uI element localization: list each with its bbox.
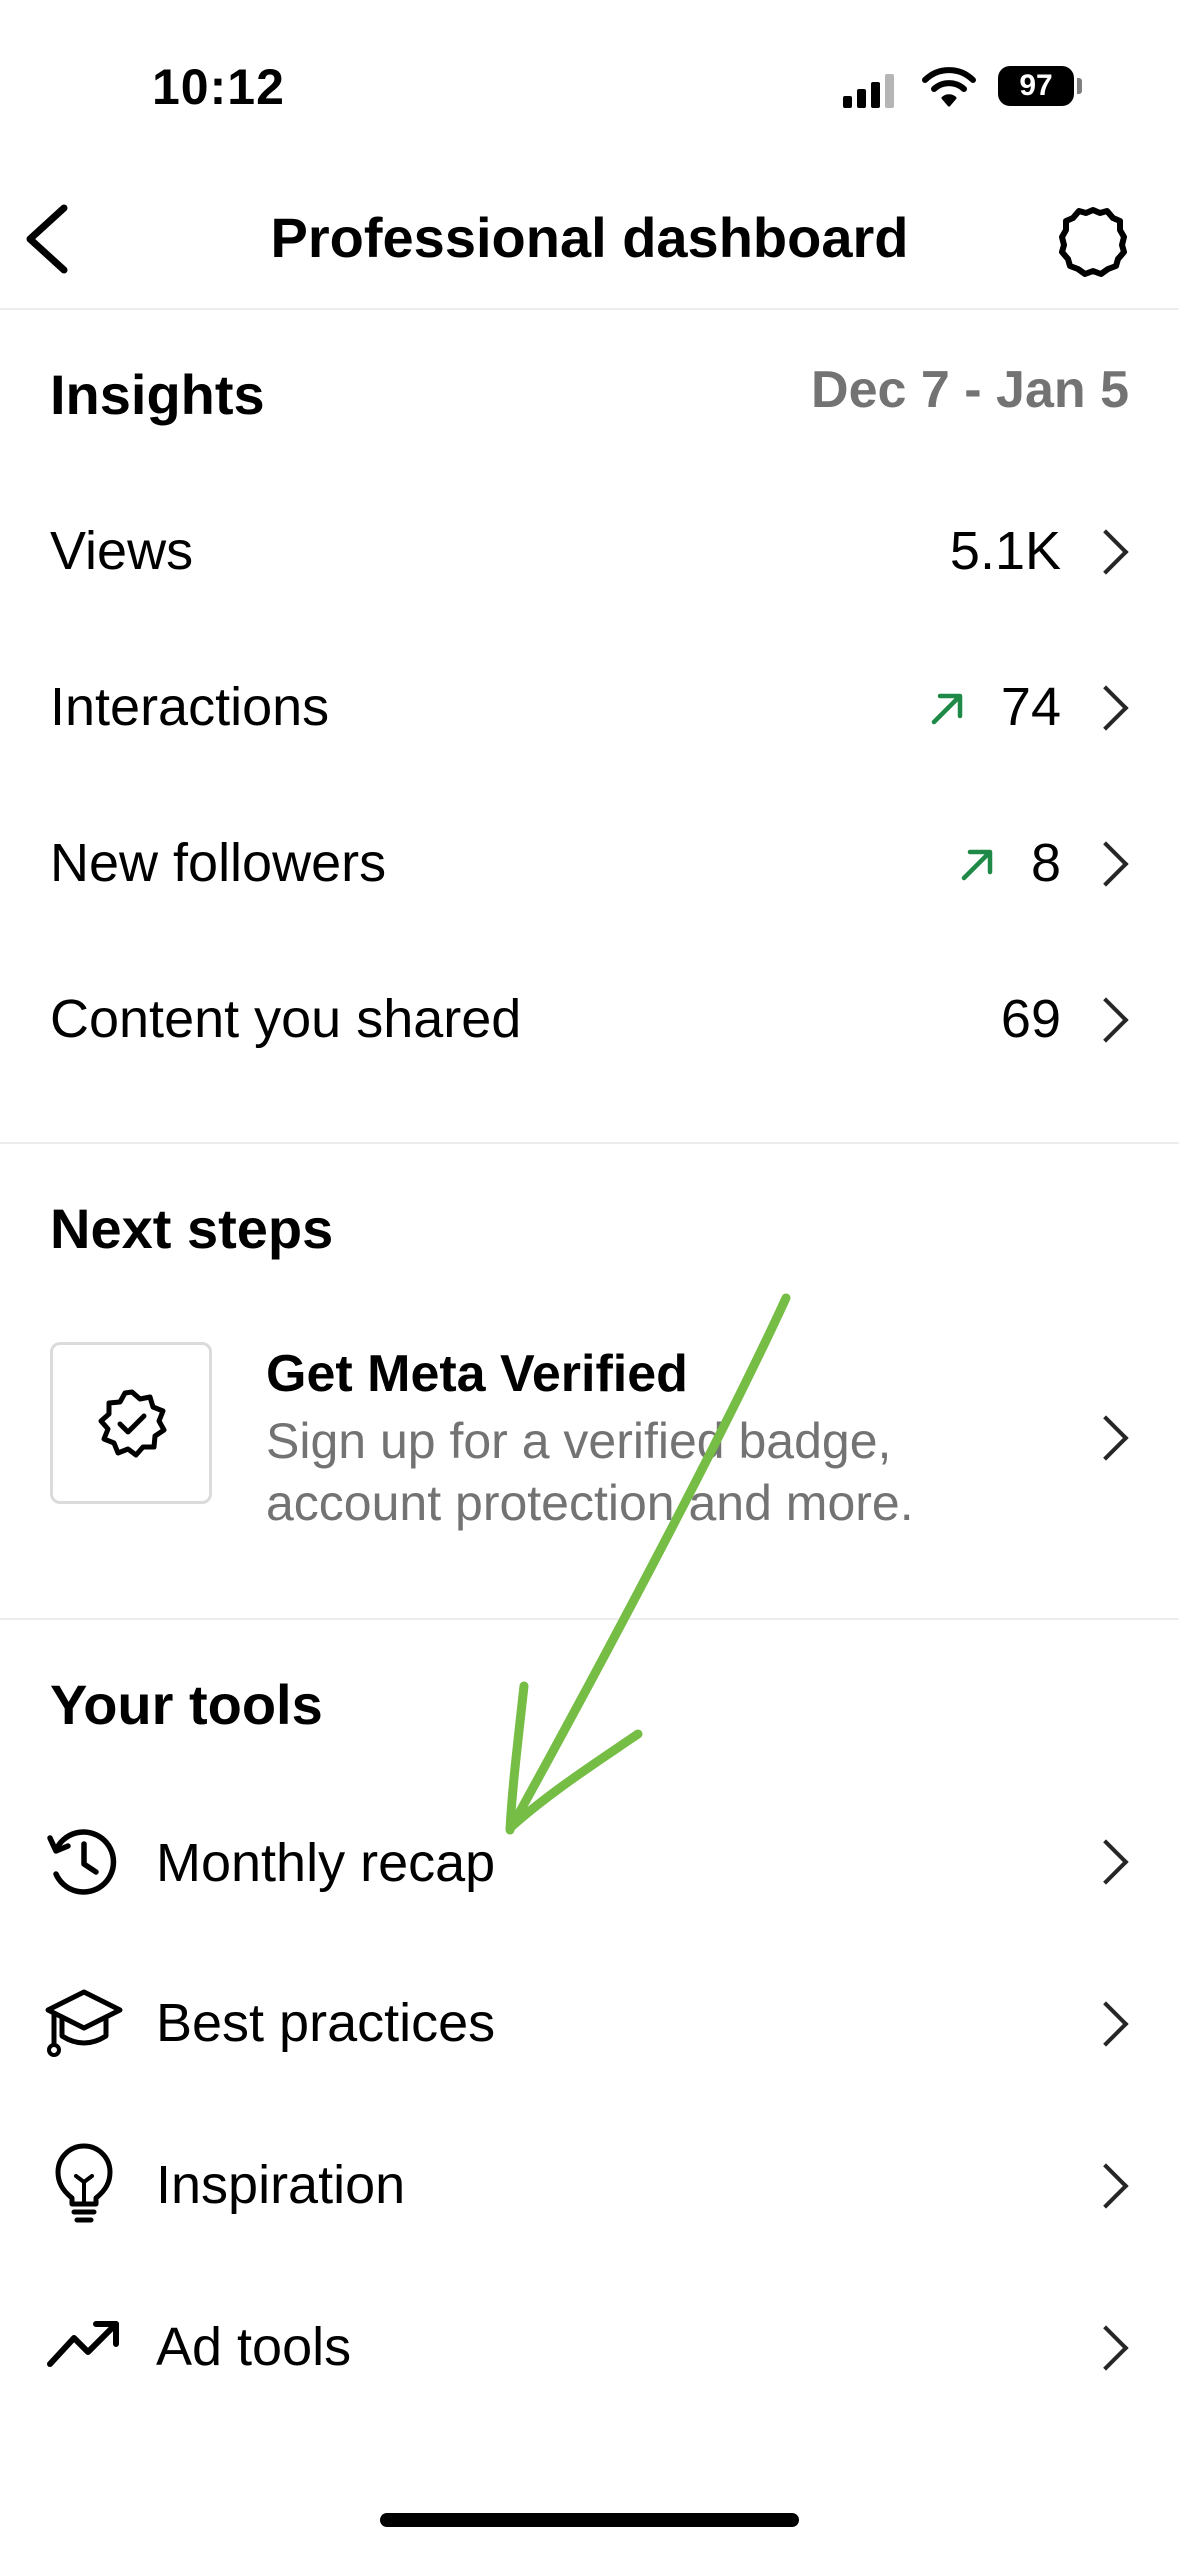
meta-verified-icon-box <box>50 1342 212 1504</box>
tool-item-inspiration[interactable]: Inspiration <box>0 2104 1179 2264</box>
insight-value: 69 <box>1000 989 1061 1049</box>
insight-value: 74 <box>1000 677 1061 737</box>
next-steps-title: Next steps <box>50 1197 334 1260</box>
chevron-right-icon <box>1083 841 1129 887</box>
tool-item-best-practices[interactable]: Best practices <box>0 1942 1179 2102</box>
history-clock-icon <box>47 1829 117 1895</box>
home-indicator[interactable] <box>380 2513 799 2527</box>
chevron-right-icon <box>1083 529 1129 575</box>
insight-label: New followers <box>50 833 387 893</box>
section-divider <box>0 1142 1179 1144</box>
tool-label: Monthly recap <box>156 1833 496 1893</box>
insight-value: 8 <box>1030 833 1061 893</box>
your-tools-title: Your tools <box>50 1673 323 1736</box>
tool-item-ad-tools[interactable]: Ad tools <box>0 2266 1179 2426</box>
status-time: 10:12 <box>152 59 285 115</box>
wifi-icon <box>922 67 976 107</box>
tool-label: Ad tools <box>156 2317 352 2377</box>
lightbulb-icon <box>55 2143 113 2223</box>
verified-badge-icon <box>98 1389 167 1458</box>
insight-row-new-followers[interactable]: New followers 8 <box>0 782 1179 942</box>
cellular-signal-icon <box>843 74 894 108</box>
chevron-right-icon <box>1083 2325 1129 2371</box>
chevron-right-icon <box>1083 2163 1129 2209</box>
chevron-right-icon <box>1083 997 1129 1043</box>
insight-label: Interactions <box>50 677 330 737</box>
gear-icon[interactable] <box>1056 204 1130 278</box>
chevron-right-icon <box>1083 1839 1129 1885</box>
trending-up-icon <box>47 2321 119 2367</box>
graduation-cap-icon <box>45 1989 123 2057</box>
tool-item-monthly-recap[interactable]: Monthly recap <box>0 1780 1179 1940</box>
header-divider <box>0 308 1179 310</box>
card-title: Get Meta Verified <box>266 1345 688 1403</box>
date-range[interactable]: Dec 7 - Jan 5 <box>811 360 1129 420</box>
trend-up-arrow-icon <box>931 693 963 725</box>
insight-row-content-shared[interactable]: Content you shared 69 <box>0 938 1179 1098</box>
chevron-right-icon <box>1083 685 1129 731</box>
battery-indicator: 97 <box>998 66 1074 106</box>
tool-label: Inspiration <box>156 2155 406 2215</box>
insight-row-views[interactable]: Views 5.1K <box>0 470 1179 630</box>
chevron-right-icon <box>1083 2001 1129 2047</box>
section-divider <box>0 1618 1179 1620</box>
insight-row-interactions[interactable]: Interactions 74 <box>0 626 1179 786</box>
page-title: Professional dashboard <box>270 206 909 269</box>
tool-label: Best practices <box>156 1993 496 2053</box>
battery-tip <box>1077 78 1082 94</box>
insights-title: Insights <box>50 363 265 426</box>
insight-label: Views <box>50 521 194 581</box>
insight-label: Content you shared <box>50 989 522 1049</box>
trend-up-arrow-icon <box>961 849 993 881</box>
card-description: Sign up for a verified badge, account pr… <box>266 1413 914 1531</box>
insight-value: 5.1K <box>949 521 1061 581</box>
